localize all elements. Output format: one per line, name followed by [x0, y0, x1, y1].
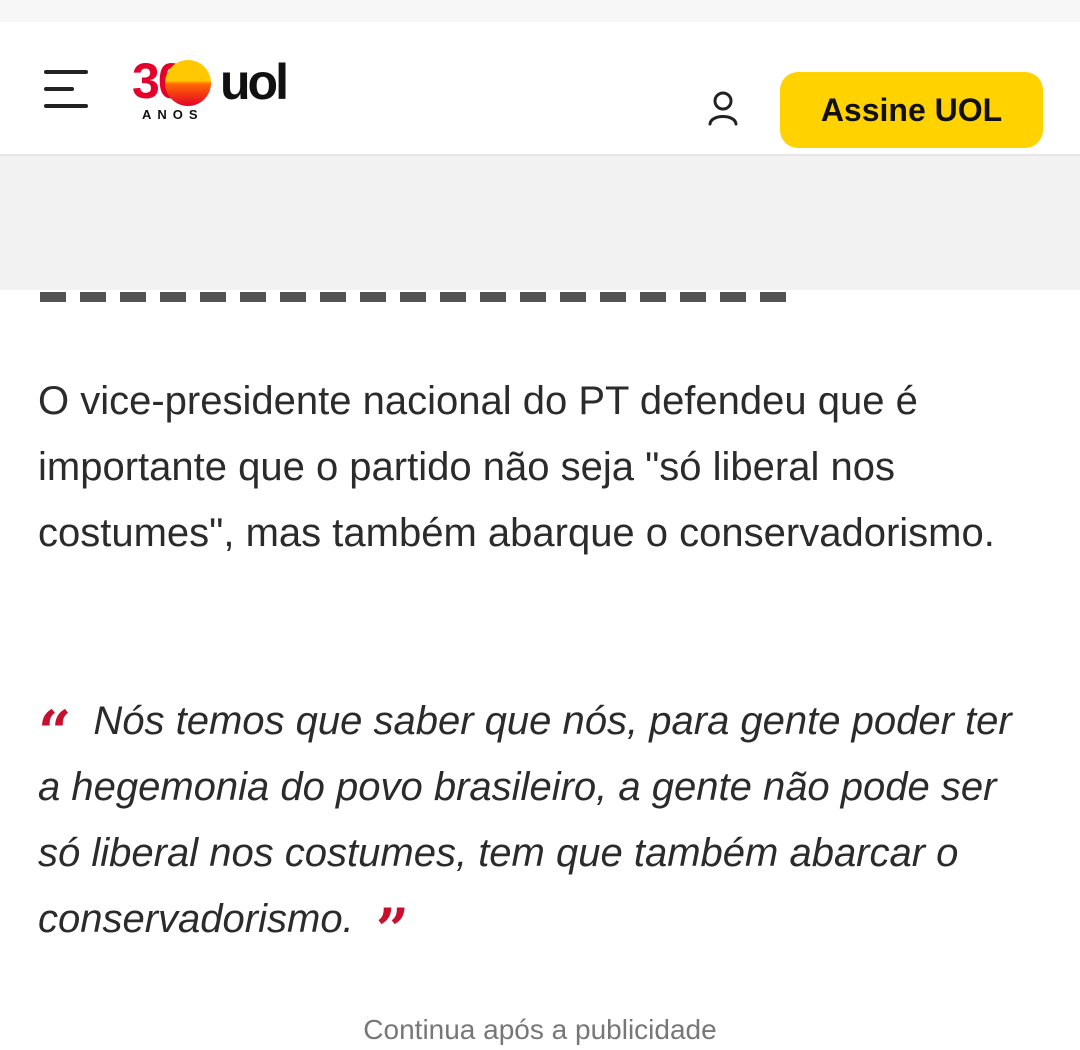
logo-brand: uol [220, 54, 289, 110]
close-quote-icon: ” [375, 896, 410, 964]
site-header: 30 uol ANOS Assine UOL [0, 22, 1080, 156]
quote-text: Nós temos que saber que nós, para gente … [38, 699, 1012, 941]
status-strip [0, 0, 1080, 22]
article-paragraph: O vice-presidente nacional do PT defende… [38, 379, 995, 555]
article-quote: “Nós temos que saber que nós, para gente… [38, 688, 1038, 959]
uol-30-anos-logo[interactable]: 30 uol ANOS [132, 54, 302, 126]
subscribe-button[interactable]: Assine UOL [780, 72, 1043, 148]
open-quote-icon: “ [38, 698, 72, 766]
user-icon[interactable] [703, 88, 743, 128]
continue-after-ad-label: Continua após a publicidade [363, 1014, 717, 1045]
hamburger-menu-icon[interactable] [44, 70, 90, 110]
logo-sun-icon [165, 60, 211, 106]
ad-placeholder [0, 156, 1080, 290]
logo-tagline: ANOS [142, 107, 204, 122]
